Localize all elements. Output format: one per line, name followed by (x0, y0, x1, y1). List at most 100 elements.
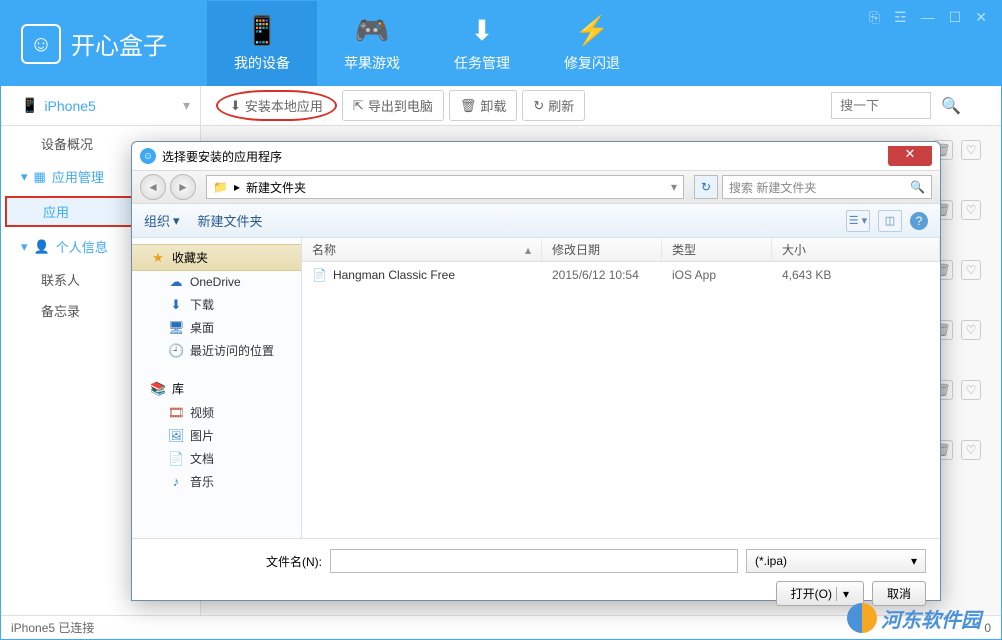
sub-header: 📱 iPhone5 ▾ ⬇ 安装本地应用 ⇱ 导出到电脑 🗑 卸载 ↻ 刷新 🔍 (1, 86, 1001, 126)
nav-tab-games[interactable]: 🎮 苹果游戏 (317, 1, 427, 86)
tree-music[interactable]: ♪音乐 (132, 470, 301, 493)
file-row[interactable]: 📄 Hangman Classic Free 2015/6/12 10:54 i… (302, 262, 940, 288)
device-name: iPhone5 (44, 98, 95, 114)
refresh-button[interactable]: ↻ 刷新 (522, 90, 585, 121)
file-open-dialog: ☺ 选择要安装的应用程序 ✕ ◄ ► 📁 ▸ 新建文件夹 ▾ ↻ 搜索 新建文件… (131, 141, 941, 601)
search-box: 🔍 (831, 91, 971, 121)
export-pc-button[interactable]: ⇱ 导出到电脑 (342, 90, 444, 121)
tree-pictures[interactable]: 🖼图片 (132, 424, 301, 447)
download-small-icon: ⬇ (230, 98, 241, 114)
status-text: iPhone5 已连接 (11, 619, 94, 636)
search-placeholder: 搜索 新建文件夹 (729, 179, 816, 196)
btn-label: 安装本地应用 (245, 96, 323, 115)
dialog-search-input[interactable]: 搜索 新建文件夹 🔍 (722, 175, 932, 199)
gamepad-icon: 🎮 (355, 14, 390, 47)
row-action-icon[interactable]: ♡ (961, 320, 981, 340)
label: 打开(O) (791, 585, 832, 602)
win-maximize-icon[interactable]: ☐ (949, 9, 962, 26)
nav-label: 任务管理 (454, 53, 510, 73)
win-minimize-icon[interactable]: — (921, 9, 935, 25)
help-button[interactable]: ? (910, 212, 928, 230)
row-action-icon[interactable]: ♡ (961, 200, 981, 220)
filter-text: (*.ipa) (755, 554, 787, 568)
dialog-close-button[interactable]: ✕ (888, 146, 932, 166)
nav-label: 苹果游戏 (344, 53, 400, 73)
col-size[interactable]: 大小 (772, 238, 940, 261)
nav-tab-tasks[interactable]: ⬇ 任务管理 (427, 1, 537, 86)
tree-onedrive[interactable]: ☁OneDrive (132, 271, 301, 293)
install-local-button[interactable]: ⬇ 安装本地应用 (216, 90, 337, 121)
nav-tabs: 📱 我的设备 🎮 苹果游戏 ⬇ 任务管理 ⚡ 修复闪退 (207, 1, 647, 86)
row-action-icon[interactable]: ♡ (961, 260, 981, 280)
device-selector[interactable]: 📱 iPhone5 ▾ (11, 86, 201, 125)
win-close-icon[interactable]: ✕ (975, 9, 987, 26)
group-label: 个人信息 (56, 237, 108, 256)
app-title: 开心盒子 (71, 26, 167, 61)
new-folder-button[interactable]: 新建文件夹 (198, 211, 263, 230)
download-icon: ⬇ (470, 14, 493, 47)
row-action-icon[interactable]: ♡ (961, 440, 981, 460)
phone-icon: 📱 (245, 14, 280, 47)
star-icon: ★ (150, 250, 166, 266)
win-menu-icon[interactable]: ☲ (894, 9, 907, 26)
nav-tab-device[interactable]: 📱 我的设备 (207, 1, 317, 86)
view-mode-button[interactable]: ☰ ▾ (846, 210, 870, 232)
search-button[interactable]: 🔍 (931, 91, 971, 121)
dialog-body: ★ 收藏夹 ☁OneDrive ⬇下载 🖥桌面 🕘最近访问的位置 📚库 🎞视频 … (132, 238, 940, 538)
filetype-filter[interactable]: (*.ipa) ▾ (746, 549, 926, 573)
filename-input[interactable] (330, 549, 738, 573)
app-header: ☺ 开心盒子 📱 我的设备 🎮 苹果游戏 ⬇ 任务管理 ⚡ 修复闪退 ⎘ ☲ —… (1, 1, 1001, 86)
nav-tab-fix[interactable]: ⚡ 修复闪退 (537, 1, 647, 86)
btn-label: 卸载 (480, 96, 506, 115)
tree-video[interactable]: 🎞视频 (132, 401, 301, 424)
file-size: 4,643 KB (772, 266, 940, 284)
chevron-down-icon: ▾ (911, 554, 917, 568)
organize-button[interactable]: 组织 ▾ (144, 211, 180, 230)
tree-recent[interactable]: 🕘最近访问的位置 (132, 339, 301, 362)
col-date[interactable]: 修改日期 (542, 238, 662, 261)
phone-small-icon: 📱 (21, 97, 38, 114)
nav-label: 我的设备 (234, 53, 290, 73)
btn-label: 刷新 (548, 96, 574, 115)
label: 组织 (144, 211, 170, 230)
row-action-icon[interactable]: ♡ (961, 380, 981, 400)
video-icon: 🎞 (168, 405, 184, 421)
dialog-toolbar: 组织 ▾ 新建文件夹 ☰ ▾ ◫ ? (132, 204, 940, 238)
tree-desktop[interactable]: 🖥桌面 (132, 316, 301, 339)
address-bar[interactable]: 📁 ▸ 新建文件夹 ▾ (206, 175, 684, 199)
chevron-down-icon[interactable]: ▾ (671, 180, 677, 194)
toolbar: ⬇ 安装本地应用 ⇱ 导出到电脑 🗑 卸载 ↻ 刷新 (201, 90, 585, 121)
export-icon: ⇱ (353, 98, 364, 114)
win-skin-icon[interactable]: ⎘ (869, 9, 880, 26)
status-count: 0 (984, 621, 991, 635)
tree-documents[interactable]: 📄文档 (132, 447, 301, 470)
file-type: iOS App (662, 266, 772, 284)
nav-forward-button[interactable]: ► (170, 174, 196, 200)
list-headers: 名称▴ 修改日期 类型 大小 (302, 238, 940, 262)
col-name[interactable]: 名称▴ (302, 238, 542, 261)
uninstall-button[interactable]: 🗑 卸载 (449, 90, 518, 121)
logo-area: ☺ 开心盒子 (1, 1, 187, 86)
file-date: 2015/6/12 10:54 (542, 266, 662, 284)
watermark-logo-icon (847, 603, 877, 633)
nav-refresh-button[interactable]: ↻ (694, 175, 718, 199)
tree-favorites[interactable]: ★ 收藏夹 (132, 244, 301, 271)
preview-toggle-button[interactable]: ◫ (878, 210, 902, 232)
file-list: 名称▴ 修改日期 类型 大小 📄 Hangman Classic Free 20… (302, 238, 940, 538)
col-type[interactable]: 类型 (662, 238, 772, 261)
dialog-titlebar: ☺ 选择要安装的应用程序 ✕ (132, 142, 940, 170)
search-input[interactable] (831, 92, 931, 119)
documents-icon: 📄 (168, 451, 184, 467)
filename-label: 文件名(N): (266, 553, 322, 570)
tree-library[interactable]: 📚库 (132, 376, 301, 401)
row-action-icon[interactable]: ♡ (961, 140, 981, 160)
watermark: 河东软件园 (847, 603, 981, 633)
app-logo-icon: ☺ (21, 24, 61, 64)
group-label: 应用管理 (52, 167, 104, 186)
btn-label: 导出到电脑 (368, 96, 433, 115)
search-icon: 🔍 (910, 180, 925, 194)
desktop-icon: 🖥 (168, 320, 184, 336)
search-icon: 🔍 (941, 98, 961, 115)
tree-downloads[interactable]: ⬇下载 (132, 293, 301, 316)
nav-back-button[interactable]: ◄ (140, 174, 166, 200)
